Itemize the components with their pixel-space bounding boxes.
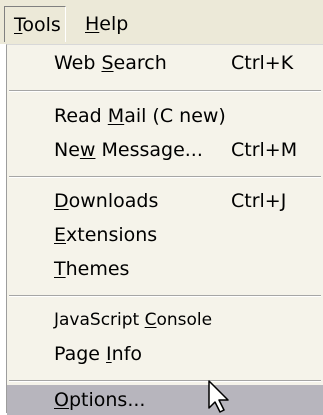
menu-bar-tools[interactable]: Tools: [4, 6, 66, 42]
menu-item-page-info[interactable]: Page Info: [7, 338, 323, 371]
menu-item-new-message-label: New Message...: [54, 139, 203, 161]
menu-item-themes-label: Themes: [54, 258, 130, 280]
menu-item-extensions[interactable]: Extensions: [7, 219, 323, 252]
menu-bar-tools-label-post: ools: [22, 14, 61, 36]
menu-item-extensions-label: Extensions: [54, 224, 158, 246]
menu-item-downloads[interactable]: Downloads Ctrl+J: [7, 185, 323, 218]
menu-item-downloads-label: Downloads: [54, 190, 159, 212]
menu-separator: [9, 90, 321, 92]
menu-item-javascript-console-label: JavaScript Console: [54, 310, 213, 330]
menu-item-options[interactable]: Options...: [7, 385, 323, 415]
menu-bar-help-label-post: elp: [99, 13, 129, 35]
menu-separator: [9, 176, 321, 178]
menu-item-new-message[interactable]: New Message... Ctrl+M: [7, 134, 323, 167]
menu-item-themes[interactable]: Themes: [7, 253, 323, 286]
menu-item-new-message-shortcut: Ctrl+M: [231, 139, 298, 161]
menu-separator: [9, 295, 321, 297]
menu-item-read-mail[interactable]: Read Mail (C new): [7, 100, 323, 133]
app-window: Tools Help Web Search Ctrl+K Read Mail (…: [0, 0, 323, 415]
menu-item-web-search-label: Web Search: [54, 52, 167, 74]
menu-bar-help[interactable]: Help: [76, 6, 137, 42]
mouse-pointer-icon: [208, 380, 229, 413]
tools-dropdown-menu: Web Search Ctrl+K Read Mail (C new) New …: [6, 44, 323, 415]
menu-bar: Tools Help: [0, 0, 323, 44]
menu-item-read-mail-label: Read Mail (C new): [54, 105, 226, 127]
menu-bar-help-accel: H: [85, 13, 100, 35]
menu-separator: [9, 380, 321, 382]
menu-item-web-search[interactable]: Web Search Ctrl+K: [7, 47, 323, 80]
menu-item-options-label: Options...: [54, 389, 146, 411]
menu-item-page-info-label: Page Info: [54, 343, 143, 365]
menu-item-javascript-console[interactable]: JavaScript Console: [7, 304, 323, 337]
menu-item-downloads-shortcut: Ctrl+J: [231, 190, 287, 212]
menu-item-web-search-shortcut: Ctrl+K: [231, 52, 294, 74]
